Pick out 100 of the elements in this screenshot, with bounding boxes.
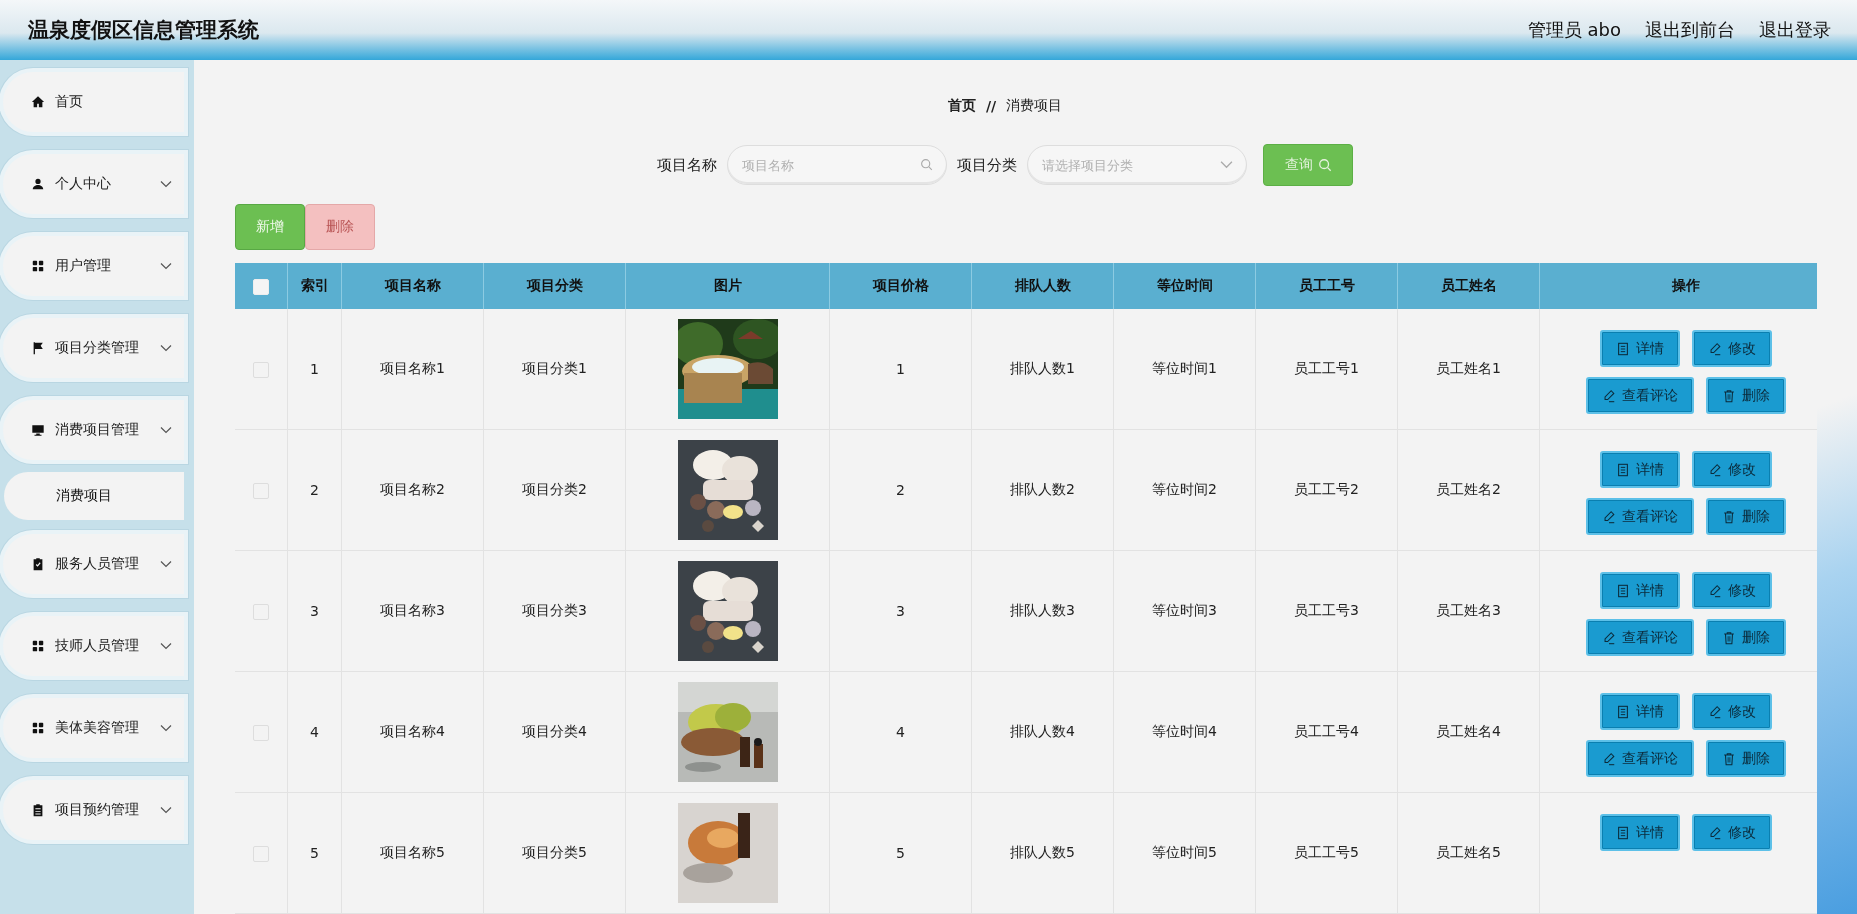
column-header: 员工工号 bbox=[1255, 263, 1398, 309]
details-button[interactable]: 详情 bbox=[1599, 451, 1680, 488]
table-cell: 1 bbox=[287, 309, 342, 430]
pencil-icon bbox=[1707, 462, 1722, 477]
search-field[interactable]: 项目名称 bbox=[727, 145, 947, 185]
document-icon bbox=[1615, 704, 1630, 719]
chevron-down-icon bbox=[160, 344, 172, 352]
pencil-icon bbox=[1601, 509, 1616, 524]
column-header: 项目名称 bbox=[341, 263, 484, 309]
trash-icon bbox=[1721, 388, 1736, 403]
document-icon bbox=[1615, 825, 1630, 840]
details-button[interactable]: 详情 bbox=[1599, 572, 1680, 609]
pencil-icon bbox=[1707, 825, 1722, 840]
table-cell: 员工姓名4 bbox=[1397, 671, 1540, 793]
details-button[interactable]: 详情 bbox=[1599, 330, 1680, 367]
chevron-down-icon bbox=[160, 262, 172, 270]
table-cell: 员工姓名5 bbox=[1397, 792, 1540, 914]
category-select[interactable]: 请选择项目分类 bbox=[1027, 145, 1247, 185]
chevron-down-icon bbox=[160, 642, 172, 650]
pencil-icon bbox=[1707, 341, 1722, 356]
pencil-icon bbox=[1707, 583, 1722, 598]
table-cell: 项目分类3 bbox=[483, 550, 626, 672]
clipboard-icon bbox=[31, 803, 45, 817]
details-button[interactable]: 详情 bbox=[1599, 814, 1680, 851]
comments-button[interactable]: 查看评论 bbox=[1585, 498, 1694, 535]
search-icon bbox=[920, 158, 933, 171]
user-icon bbox=[31, 177, 45, 191]
chevron-down-icon bbox=[160, 724, 172, 732]
table-cell: 排队人数5 bbox=[971, 792, 1114, 914]
table-cell: 员工工号5 bbox=[1255, 792, 1398, 914]
table-cell: 5 bbox=[287, 792, 342, 914]
table-cell: 排队人数1 bbox=[971, 309, 1114, 430]
delete-button[interactable]: 删除 bbox=[1705, 740, 1786, 777]
edit-button[interactable]: 修改 bbox=[1691, 814, 1772, 851]
table-cell: 等位时间5 bbox=[1113, 792, 1256, 914]
table-cell: 3 bbox=[829, 550, 972, 672]
column-header: 项目价格 bbox=[829, 263, 972, 309]
comments-button[interactable]: 查看评论 bbox=[1585, 740, 1694, 777]
details-button[interactable]: 详情 bbox=[1599, 693, 1680, 730]
table-cell: 等位时间1 bbox=[1113, 309, 1256, 430]
table-cell: 4 bbox=[287, 671, 342, 793]
pencil-icon bbox=[1601, 388, 1616, 403]
delete-button[interactable]: 删除 bbox=[1705, 498, 1786, 535]
delete-button[interactable]: 删除 bbox=[1705, 377, 1786, 414]
breadcrumb-link[interactable]: 首页 bbox=[947, 97, 976, 115]
edit-button[interactable]: 修改 bbox=[1691, 330, 1772, 367]
select-all-checkbox[interactable] bbox=[253, 278, 269, 295]
table-cell: 等位时间2 bbox=[1113, 429, 1256, 551]
table-cell: 项目分类1 bbox=[483, 309, 626, 430]
header-link[interactable]: 管理员 abo bbox=[1527, 18, 1621, 42]
table-cell: 项目名称5 bbox=[341, 792, 484, 914]
chevron-down-icon bbox=[160, 560, 172, 568]
system-title: 温泉度假区信息管理系统 bbox=[28, 17, 259, 44]
search-icon bbox=[1317, 158, 1332, 172]
column-header: 等位时间 bbox=[1113, 263, 1256, 309]
column-header: 项目分类 bbox=[483, 263, 626, 309]
comments-button[interactable]: 查看评论 bbox=[1585, 619, 1694, 656]
chevron-down-icon bbox=[1220, 158, 1233, 171]
field-label: 项目分类 bbox=[957, 155, 1017, 175]
chevron-down-icon bbox=[160, 426, 172, 434]
table-cell: 项目分类4 bbox=[483, 671, 626, 793]
grid-icon bbox=[31, 639, 45, 653]
field-label: 项目名称 bbox=[657, 155, 717, 175]
table-cell: 项目分类5 bbox=[483, 792, 626, 914]
table-cell: 3 bbox=[287, 550, 342, 672]
table-cell: 2 bbox=[829, 429, 972, 551]
table-cell: 员工姓名1 bbox=[1397, 309, 1540, 430]
header-link[interactable]: 退出到前台 bbox=[1645, 18, 1735, 42]
comments-button[interactable]: 查看评论 bbox=[1585, 377, 1694, 414]
column-header: 索引 bbox=[287, 263, 342, 309]
column-header: 图片 bbox=[625, 263, 830, 309]
sidebar-subitem[interactable]: 消费项目 bbox=[4, 472, 184, 520]
edit-button[interactable]: 修改 bbox=[1691, 451, 1772, 488]
breadcrumb-separator: // bbox=[985, 98, 997, 114]
document-icon bbox=[1615, 462, 1630, 477]
document-icon bbox=[1615, 341, 1630, 356]
header-link[interactable]: 退出登录 bbox=[1759, 18, 1831, 42]
column-header: 排队人数 bbox=[971, 263, 1114, 309]
table-cell: 排队人数3 bbox=[971, 550, 1114, 672]
column-header: 员工姓名 bbox=[1397, 263, 1540, 309]
table-cell: 项目名称4 bbox=[341, 671, 484, 793]
breadcrumb-link[interactable]: 消费项目 bbox=[1006, 97, 1063, 115]
edit-button[interactable]: 修改 bbox=[1691, 572, 1772, 609]
edit-button[interactable]: 修改 bbox=[1691, 693, 1772, 730]
table-cell: 排队人数4 bbox=[971, 671, 1114, 793]
clipboard-check-icon bbox=[31, 557, 45, 571]
table-cell: 项目名称3 bbox=[341, 550, 484, 672]
table-cell: 等位时间3 bbox=[1113, 550, 1256, 672]
table-cell: 员工工号4 bbox=[1255, 671, 1398, 793]
table-cell: 项目名称2 bbox=[341, 429, 484, 551]
table-cell: 排队人数2 bbox=[971, 429, 1114, 551]
chevron-down-icon bbox=[160, 806, 172, 814]
table-cell: 项目分类2 bbox=[483, 429, 626, 551]
document-icon bbox=[1615, 583, 1630, 598]
table-cell: 员工工号2 bbox=[1255, 429, 1398, 551]
table-cell: 5 bbox=[829, 792, 972, 914]
delete-button[interactable]: 删除 bbox=[1705, 619, 1786, 656]
grid-icon bbox=[31, 259, 45, 273]
grid-icon bbox=[31, 721, 45, 735]
table-cell: 员工工号3 bbox=[1255, 550, 1398, 672]
